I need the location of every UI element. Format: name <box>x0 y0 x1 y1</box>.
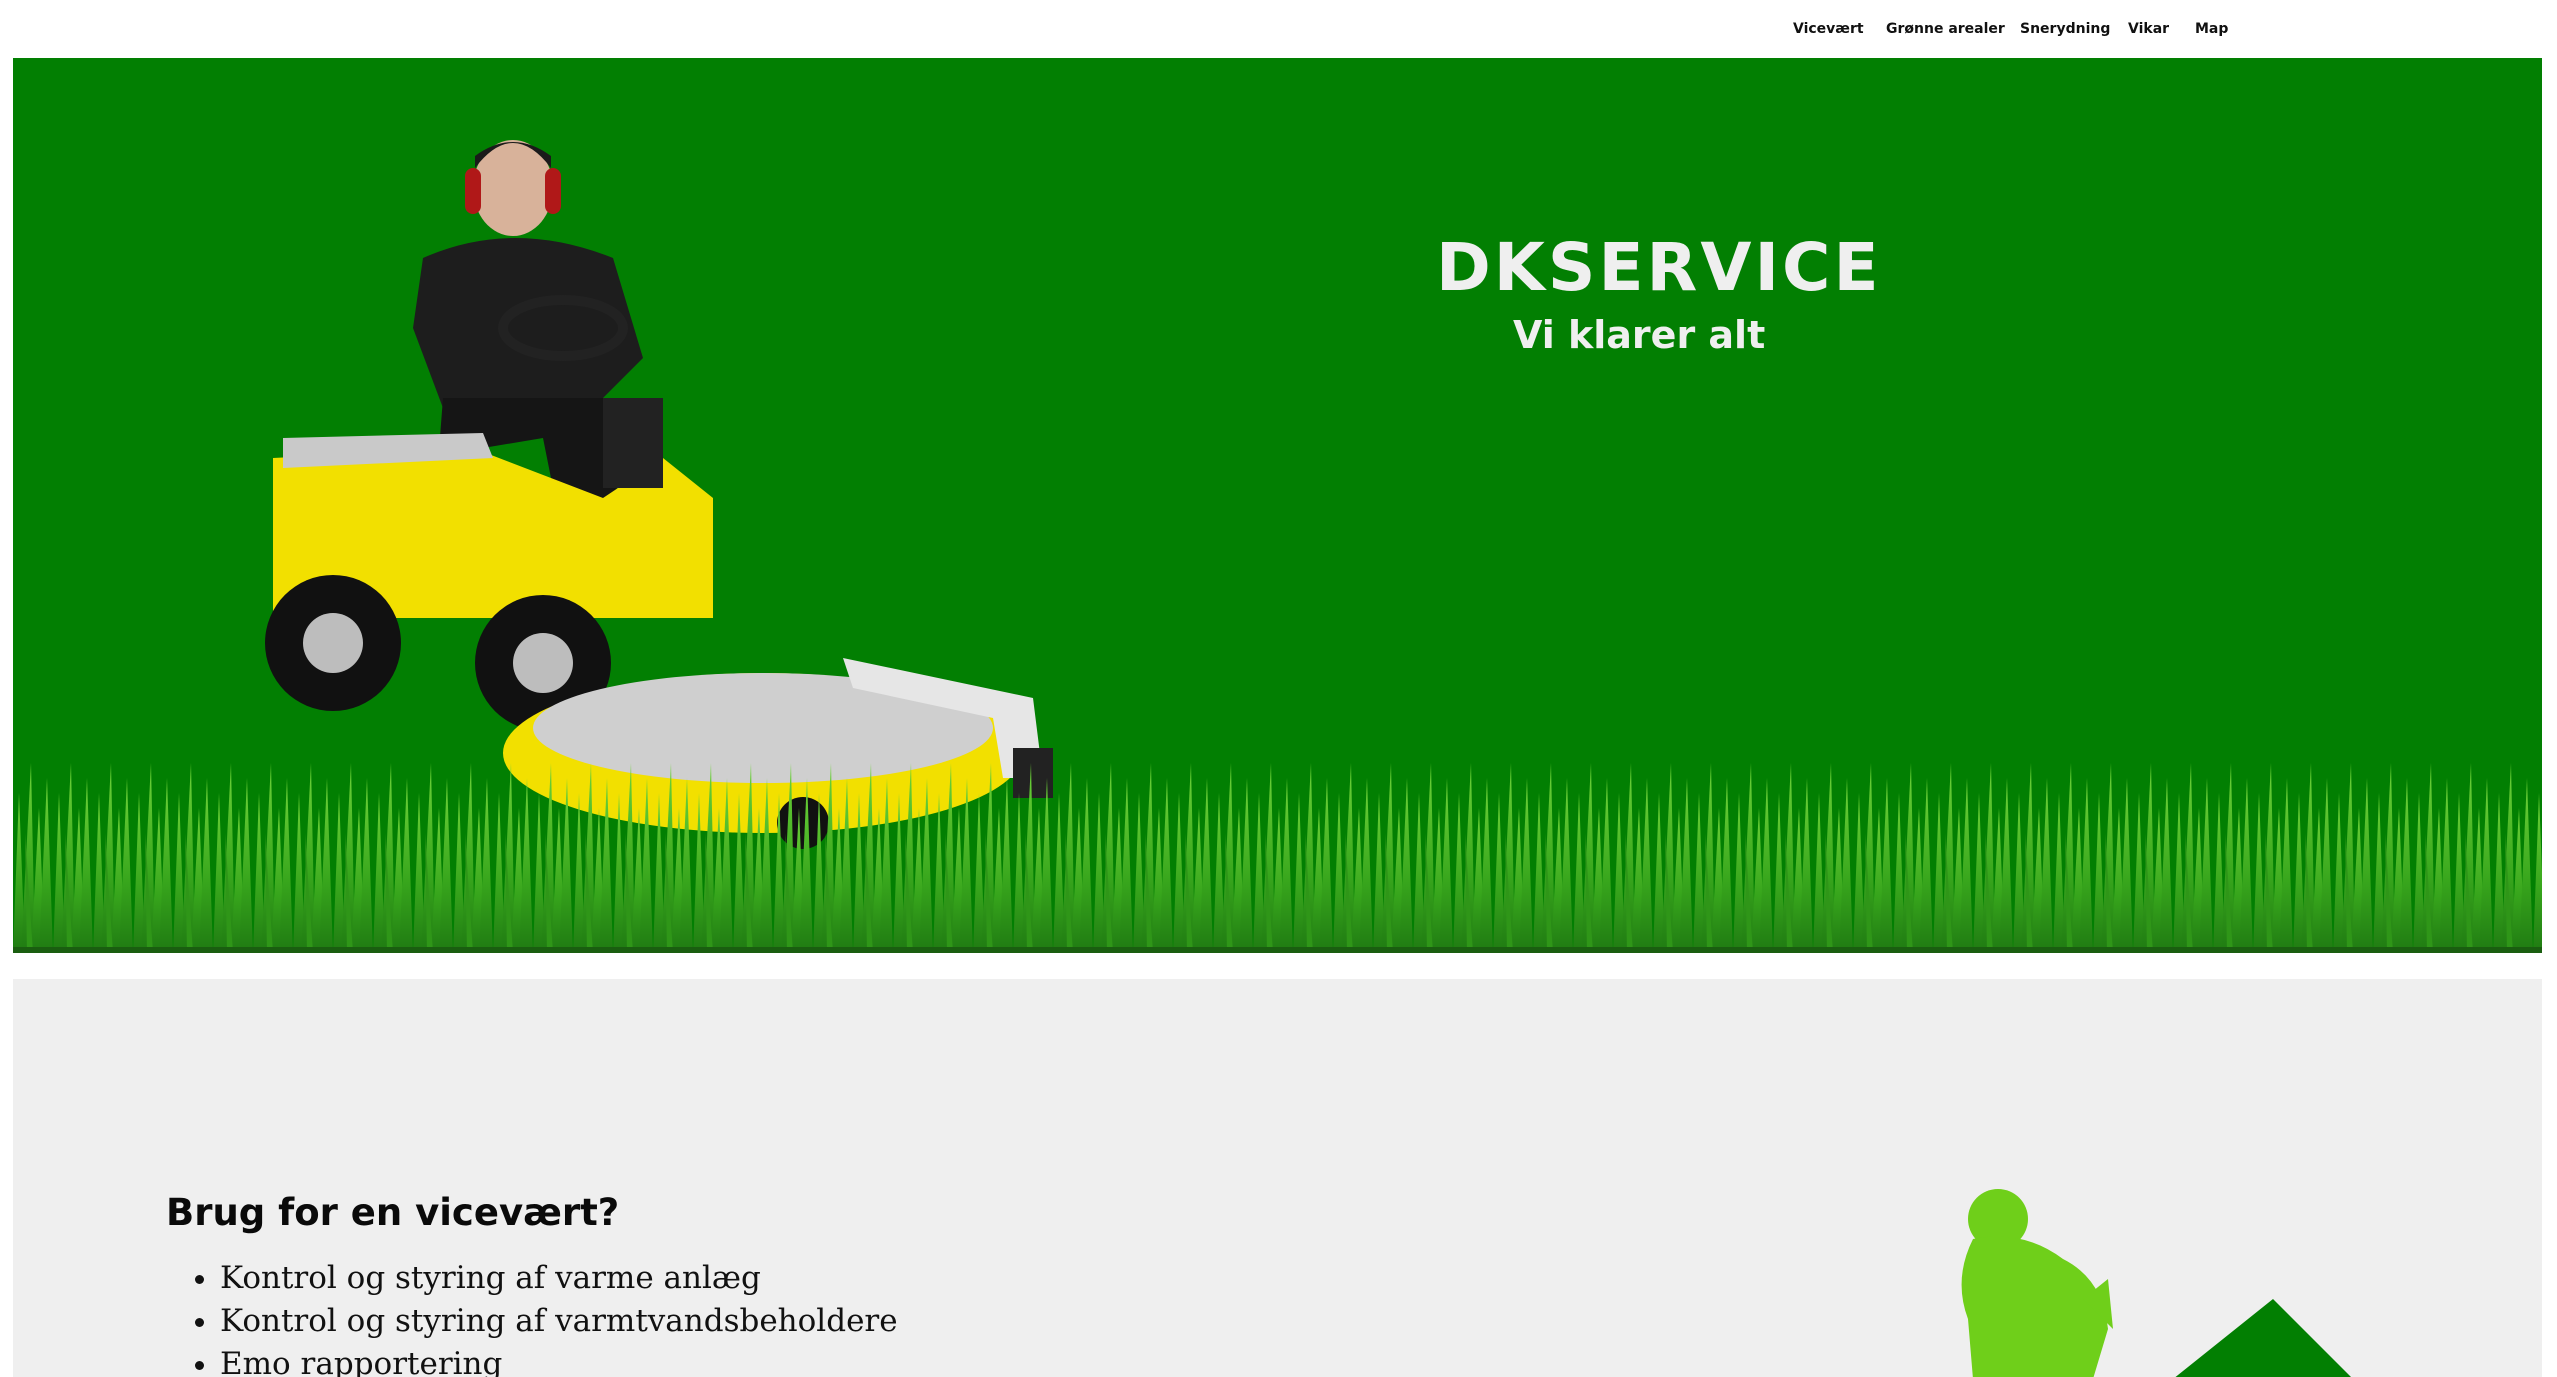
section-divider <box>13 953 2542 979</box>
vicevaert-section: Brug for en vicevært? Kontrol og styring… <box>13 979 2542 1377</box>
nav-link-gronne-arealer[interactable]: Grønne arealer <box>1886 21 2005 37</box>
hero-banner: DKSERVICE Vi klarer alt <box>13 58 2542 953</box>
list-item: Emo rapportering <box>220 1343 898 1377</box>
nav-link-vicevaert[interactable]: Vicevært <box>1793 21 1864 37</box>
grass-border <box>13 753 2542 953</box>
list-item: Kontrol og styring af varme anlæg <box>220 1257 898 1300</box>
nav-link-map[interactable]: Map <box>2195 21 2228 37</box>
services-list: Kontrol og styring af varme anlæg Kontro… <box>206 1257 898 1377</box>
section-title: Brug for en vicevært? <box>166 1191 620 1234</box>
nav-link-vikar[interactable]: Vikar <box>2128 21 2169 37</box>
hero-title: DKSERVICE <box>1436 229 1882 306</box>
hero-subtitle: Vi klarer alt <box>1513 313 1766 357</box>
top-navigation: Vicevært Grønne arealer Snerydning Vikar… <box>0 0 2557 58</box>
nav-link-snerydning[interactable]: Snerydning <box>2020 21 2110 37</box>
worker-silhouette-icon <box>1961 1189 2351 1377</box>
list-item: Kontrol og styring af varmtvandsbeholder… <box>220 1300 898 1343</box>
